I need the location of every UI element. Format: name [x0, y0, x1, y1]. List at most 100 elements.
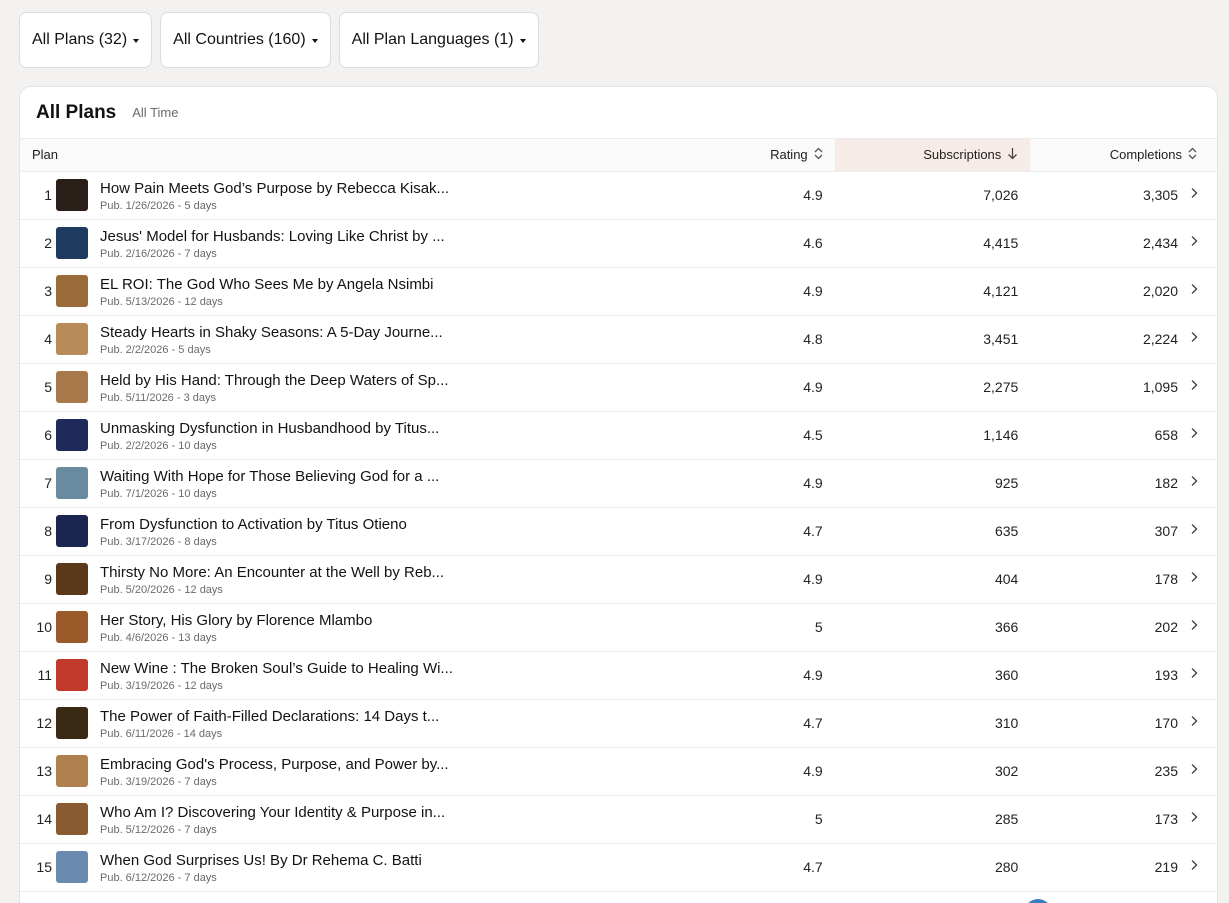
chevron-right-icon[interactable]	[1190, 234, 1198, 251]
column-header-rating[interactable]: Rating	[639, 139, 835, 172]
rating-cell: 4.9	[803, 763, 823, 779]
table-row[interactable]: 7 Waiting With Hope for Those Believing …	[20, 459, 1217, 507]
chevron-right-icon[interactable]	[1190, 618, 1198, 635]
plans-table: Plan Rating Subscriptions Completions 1 …	[20, 139, 1217, 892]
plan-title-link[interactable]: How Pain Meets God’s Purpose by Rebecca …	[100, 179, 460, 199]
table-row[interactable]: 8 From Dysfunction to Activation by Titu…	[20, 507, 1217, 555]
table-row[interactable]: 15 When God Surprises Us! By Dr Rehema C…	[20, 843, 1217, 891]
plan-rank: 8	[44, 523, 52, 539]
column-header-subscriptions[interactable]: Subscriptions	[834, 139, 1031, 172]
plan-title-link[interactable]: From Dysfunction to Activation by Titus …	[100, 515, 460, 535]
table-row[interactable]: 2 Jesus' Model for Husbands: Loving Like…	[20, 219, 1217, 267]
row-open-cell[interactable]	[1184, 267, 1217, 315]
plans-filter-dropdown[interactable]: All Plans (32)	[19, 12, 153, 68]
subscriptions-cell: 302	[994, 763, 1019, 779]
plan-title-link[interactable]: Her Story, His Glory by Florence Mlambo	[100, 611, 460, 631]
plan-thumbnail[interactable]	[56, 563, 88, 595]
table-row[interactable]: 9 Thirsty No More: An Encounter at the W…	[20, 555, 1217, 603]
row-open-cell[interactable]	[1184, 699, 1217, 747]
plan-thumbnail[interactable]	[56, 755, 88, 787]
plan-title-link[interactable]: Embracing God's Process, Purpose, and Po…	[100, 755, 460, 775]
row-open-cell[interactable]	[1184, 555, 1217, 603]
row-open-cell[interactable]	[1184, 363, 1217, 411]
chevron-right-icon[interactable]	[1190, 426, 1198, 443]
plan-thumbnail[interactable]	[56, 227, 88, 259]
table-row[interactable]: 3 EL ROI: The God Who Sees Me by Angela …	[20, 267, 1217, 315]
completions-cell: 3,305	[1142, 187, 1178, 203]
languages-filter-dropdown[interactable]: All Plan Languages (1)	[338, 12, 539, 68]
table-row[interactable]: 11 New Wine : The Broken Soul’s Guide to…	[20, 651, 1217, 699]
plan-thumbnail[interactable]	[56, 707, 88, 739]
plan-thumbnail[interactable]	[56, 467, 88, 499]
plan-cell-content: 15 When God Surprises Us! By Dr Rehema C…	[32, 851, 627, 884]
plan-thumbnail[interactable]	[56, 659, 88, 691]
table-row[interactable]: 1 How Pain Meets God’s Purpose by Rebecc…	[20, 171, 1217, 219]
row-open-cell[interactable]	[1184, 171, 1217, 219]
plan-title-link[interactable]: Held by His Hand: Through the Deep Water…	[100, 371, 460, 391]
row-open-cell[interactable]	[1184, 843, 1217, 891]
plan-thumbnail[interactable]	[56, 803, 88, 835]
row-open-cell[interactable]	[1184, 315, 1217, 363]
row-open-cell[interactable]	[1184, 459, 1217, 507]
plan-thumbnail[interactable]	[56, 179, 88, 211]
plan-cell: 11 New Wine : The Broken Soul’s Guide to…	[20, 651, 639, 699]
table-row[interactable]: 12 The Power of Faith-Filled Declaration…	[20, 699, 1217, 747]
row-open-cell[interactable]	[1184, 507, 1217, 555]
chevron-right-icon[interactable]	[1190, 282, 1198, 299]
row-open-cell[interactable]	[1184, 411, 1217, 459]
up-down-chevron-icon	[1188, 147, 1197, 163]
plan-title-link[interactable]: Who Am I? Discovering Your Identity & Pu…	[100, 803, 460, 823]
plan-thumbnail[interactable]	[56, 275, 88, 307]
row-open-cell[interactable]	[1184, 795, 1217, 843]
chevron-right-icon[interactable]	[1190, 330, 1198, 347]
plan-thumbnail[interactable]	[56, 851, 88, 883]
plan-text: The Power of Faith-Filled Declarations: …	[100, 707, 460, 740]
plan-title-link[interactable]: Unmasking Dysfunction in Husbandhood by …	[100, 419, 460, 439]
row-open-cell[interactable]	[1184, 603, 1217, 651]
countries-filter-dropdown[interactable]: All Countries (160)	[160, 12, 331, 68]
plan-thumbnail[interactable]	[56, 323, 88, 355]
table-row[interactable]: 6 Unmasking Dysfunction in Husbandhood b…	[20, 411, 1217, 459]
chevron-right-icon[interactable]	[1190, 186, 1198, 203]
chevron-right-icon[interactable]	[1190, 474, 1198, 491]
chevron-right-icon[interactable]	[1190, 378, 1198, 395]
completions-cell: 219	[1154, 859, 1178, 875]
plan-thumbnail[interactable]	[56, 419, 88, 451]
subscriptions-cell: 635	[994, 523, 1019, 539]
table-row[interactable]: 4 Steady Hearts in Shaky Seasons: A 5-Da…	[20, 315, 1217, 363]
plan-publish-meta: Pub. 3/19/2026 - 12 days	[100, 679, 223, 692]
subscriptions-sort-control[interactable]: Subscriptions	[923, 147, 1018, 163]
table-row[interactable]: 14 Who Am I? Discovering Your Identity &…	[20, 795, 1217, 843]
column-header-completions[interactable]: Completions	[1030, 139, 1217, 172]
chevron-right-icon[interactable]	[1190, 810, 1198, 827]
chevron-right-icon[interactable]	[1190, 714, 1198, 731]
table-row[interactable]: 5 Held by His Hand: Through the Deep Wat…	[20, 363, 1217, 411]
row-open-cell[interactable]	[1184, 747, 1217, 795]
table-row[interactable]: 10 Her Story, His Glory by Florence Mlam…	[20, 603, 1217, 651]
plan-title-link[interactable]: New Wine : The Broken Soul’s Guide to He…	[100, 659, 460, 679]
plan-thumbnail[interactable]	[56, 371, 88, 403]
plan-thumbnail[interactable]	[56, 515, 88, 547]
plan-title-link[interactable]: Thirsty No More: An Encounter at the Wel…	[100, 563, 460, 583]
row-open-cell[interactable]	[1184, 651, 1217, 699]
plan-title-link[interactable]: The Power of Faith-Filled Declarations: …	[100, 707, 460, 727]
chevron-right-icon[interactable]	[1190, 666, 1198, 683]
completions-sort-control[interactable]: Completions	[1110, 147, 1197, 163]
plans-card: All Plans All Time Plan Rating Subscript…	[19, 86, 1218, 903]
table-row[interactable]: 13 Embracing God's Process, Purpose, and…	[20, 747, 1217, 795]
rating-sort-control[interactable]: Rating	[770, 147, 823, 163]
chevron-right-icon[interactable]	[1190, 522, 1198, 539]
chevron-right-icon[interactable]	[1190, 762, 1198, 779]
plan-title-link[interactable]: Waiting With Hope for Those Believing Go…	[100, 467, 460, 487]
plan-title-link[interactable]: Steady Hearts in Shaky Seasons: A 5-Day …	[100, 323, 460, 343]
plan-title-link[interactable]: EL ROI: The God Who Sees Me by Angela Ns…	[100, 275, 460, 295]
chevron-right-icon[interactable]	[1190, 570, 1198, 587]
plan-title-link[interactable]: When God Surprises Us! By Dr Rehema C. B…	[100, 851, 460, 871]
plan-thumbnail[interactable]	[56, 611, 88, 643]
column-header-plan-label: Plan	[32, 147, 59, 163]
row-open-cell[interactable]	[1184, 219, 1217, 267]
plan-title-link[interactable]: Jesus' Model for Husbands: Loving Like C…	[100, 227, 460, 247]
plan-cell: 14 Who Am I? Discovering Your Identity &…	[20, 795, 639, 843]
rating-cell: 5	[814, 811, 823, 827]
chevron-right-icon[interactable]	[1190, 858, 1198, 875]
